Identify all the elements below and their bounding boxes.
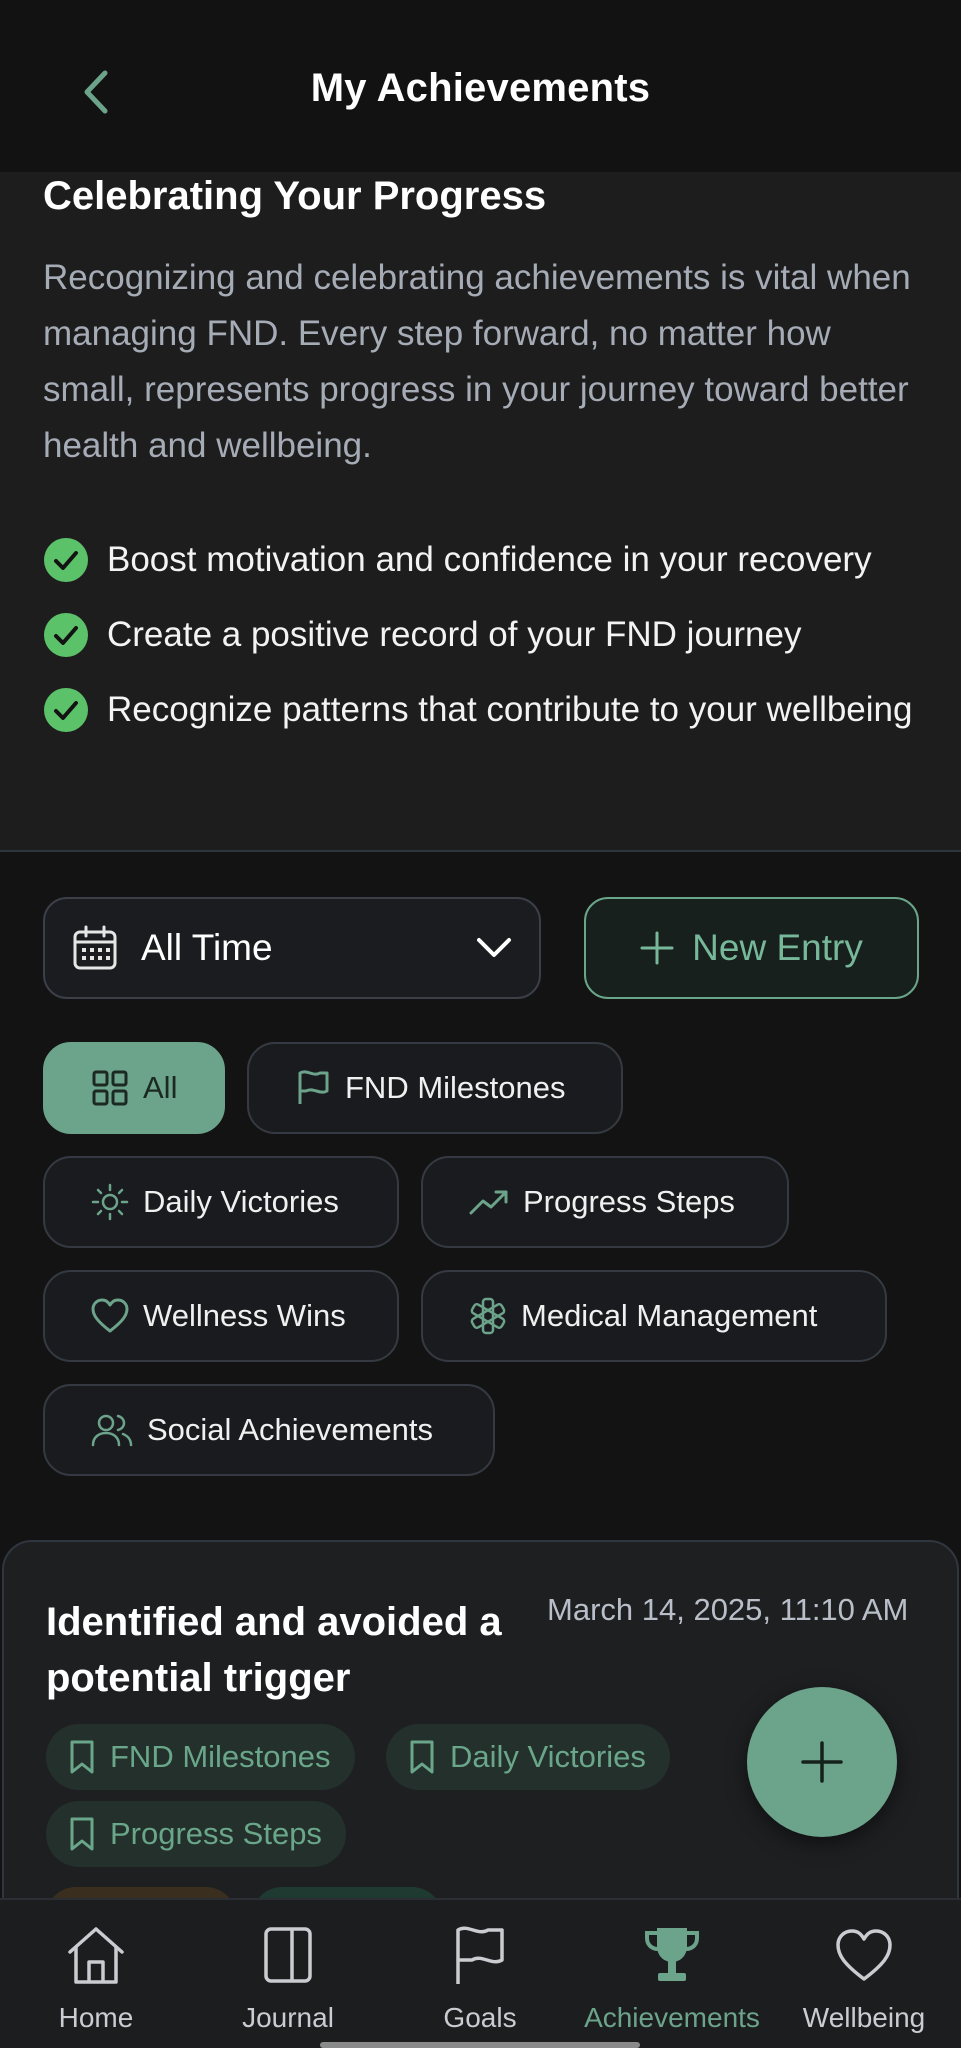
chip-all[interactable]: All [43,1042,225,1134]
time-range-select[interactable]: All Time [43,897,541,999]
new-entry-label: New Entry [692,927,863,968]
nav-goals[interactable]: Goals [384,1900,576,2048]
plus-icon [801,1741,843,1783]
benefit-item: Recognize patterns that contribute to yo… [43,685,953,734]
nav-label: Wellbeing [802,2002,926,2033]
trending-up-icon [469,1190,508,1215]
nav-label: Journal [242,2002,334,2033]
check-circle-icon [44,612,88,657]
tag-chip: Daily Victories [386,1724,670,1790]
chip-medical-management[interactable]: Medical Management [421,1270,887,1362]
check-circle-icon [44,687,88,732]
book-icon [264,1927,312,1983]
chip-label: Social Achievements [147,1412,434,1447]
chip-social-achievements[interactable]: Social Achievements [43,1384,495,1476]
chip-progress-steps[interactable]: Progress Steps [421,1156,789,1248]
benefit-item: Boost motivation and confidence in your … [43,535,953,584]
trophy-icon [645,1928,699,1981]
tag-chip: FND Milestones [46,1724,355,1790]
tag-label: FND Milestones [110,1739,331,1774]
intro-heading: Celebrating Your Progress [43,174,547,218]
new-entry-button[interactable]: New Entry [584,897,919,999]
benefit-text: Recognize patterns that contribute to yo… [107,690,913,729]
chip-wellness-wins[interactable]: Wellness Wins [43,1270,399,1362]
calendar-icon [73,925,117,970]
flag-icon [456,1926,504,1984]
chip-label: Wellness Wins [143,1298,346,1333]
bookmark-icon [70,1817,94,1851]
medical-star-icon [470,1297,506,1335]
bookmark-icon [410,1740,434,1774]
tag-chip: Progress Steps [46,1801,346,1867]
heart-icon [836,1929,892,1981]
benefit-item: Create a positive record of your FND jou… [43,610,953,659]
nav-achievements[interactable]: Achievements [576,1900,768,2048]
nav-label: Goals [443,2002,517,2033]
chip-label: Daily Victories [143,1184,339,1219]
nav-home[interactable]: Home [0,1900,192,2048]
bookmark-icon [70,1740,94,1774]
chip-label: Progress Steps [523,1184,735,1219]
benefit-text: Create a positive record of your FND jou… [107,615,802,654]
benefit-text: Boost motivation and confidence in your … [107,540,872,579]
chip-daily-victories[interactable]: Daily Victories [43,1156,399,1248]
heart-icon [91,1298,129,1333]
chip-label: FND Milestones [345,1070,566,1105]
grid-icon [92,1070,128,1106]
tag-label: Progress Steps [110,1816,322,1851]
add-achievement-fab[interactable] [747,1687,897,1837]
check-circle-icon [44,537,88,582]
tag-label: Daily Victories [450,1739,646,1774]
home-indicator [320,2042,640,2048]
chevron-down-icon [477,938,511,957]
nav-journal[interactable]: Journal [192,1900,384,2048]
page-title: My Achievements [310,66,651,110]
flag-icon [298,1070,329,1104]
home-icon [68,1927,124,1984]
time-range-label: All Time [141,927,273,968]
sun-icon [91,1183,129,1221]
benefits-list: Boost motivation and confidence in your … [43,535,953,760]
nav-label: Achievements [584,2002,760,2033]
users-icon [91,1414,133,1447]
achievement-date: March 14, 2025, 11:10 AM [547,1592,909,1627]
bottom-nav: Home Journal Goals Achievements Wellbein… [0,1898,961,2048]
achievement-title: Identified and avoided a potential trigg… [46,1600,502,1700]
chip-fnd-milestones[interactable]: FND Milestones [247,1042,623,1134]
intro-text: Recognizing and celebrating achievements… [43,258,911,465]
plus-icon [640,931,674,965]
nav-label: Home [58,2002,134,2033]
nav-wellbeing[interactable]: Wellbeing [768,1900,960,2048]
app-header: My Achievements [0,0,961,172]
chip-label: All [143,1070,178,1105]
chip-label: Medical Management [521,1298,818,1333]
